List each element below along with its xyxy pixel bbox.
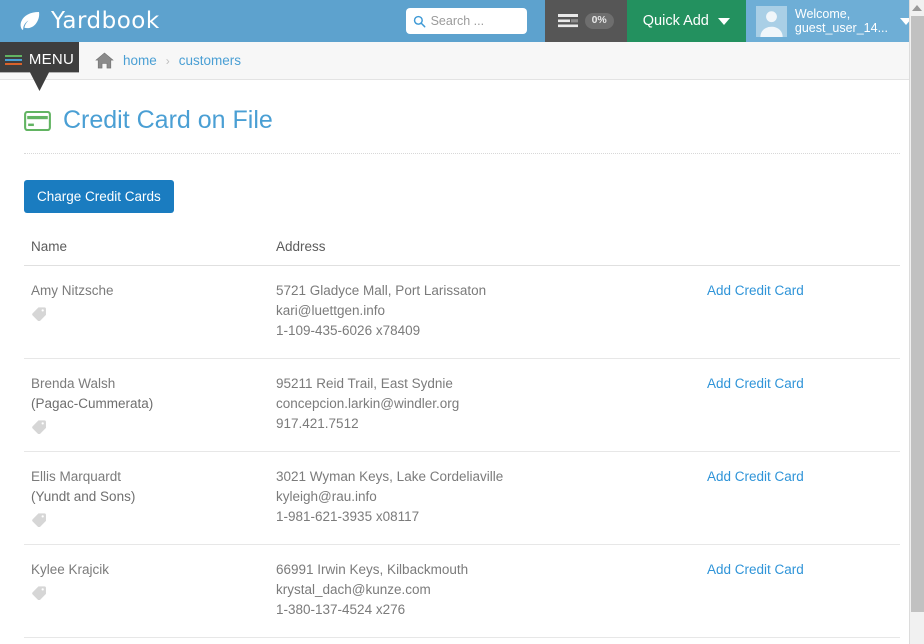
add-credit-card-link[interactable]: Add Credit Card (707, 469, 804, 484)
column-header-action (689, 239, 900, 266)
add-credit-card-link[interactable]: Add Credit Card (707, 376, 804, 391)
phone-line: 1-109-435-6026 x78409 (276, 323, 421, 338)
charge-credit-cards-button[interactable]: Charge Credit Cards (24, 180, 174, 213)
search-input[interactable] (430, 14, 520, 28)
phone-line: 1-380-137-4524 x276 (276, 602, 406, 617)
email-line: krystal_dach@kunze.com (276, 582, 431, 597)
user-greeting-block: Welcome, guest_user_14... (795, 7, 888, 35)
credit-card-icon (24, 110, 51, 131)
cell-name: Amy Nitzsche (24, 265, 269, 359)
table-row: Brenda Walsh (Pagac-Cummerata) 95211 Rei… (24, 358, 900, 452)
email-line: kari@luettgen.info (276, 303, 386, 318)
address-line: 5721 Gladyce Mall, Port Larissaton (276, 283, 487, 298)
main-content: Credit Card on File Charge Credit Cards … (0, 80, 924, 644)
email-line: concepcion.larkin@windler.org (276, 396, 460, 411)
cell-name: Brenda Walsh (Pagac-Cummerata) (24, 358, 269, 452)
task-list-icon (557, 14, 578, 28)
add-credit-card-link[interactable]: Add Credit Card (707, 283, 804, 298)
home-icon[interactable] (95, 52, 114, 69)
customer-company: (Pagac-Cummerata) (31, 396, 154, 411)
address-line: 95211 Reid Trail, East Sydnie (276, 376, 453, 391)
header-spacer (160, 0, 406, 42)
table-row: Kylee Krajcik 66991 Irwin Keys, Kilbackm… (24, 544, 900, 638)
tag-icon[interactable] (31, 306, 48, 321)
vertical-scrollbar[interactable] (909, 0, 924, 644)
address-line: 66991 Irwin Keys, Kilbackmouth (276, 562, 469, 577)
scrollbar-thumb[interactable] (911, 16, 924, 612)
table-body: Amy Nitzsche 5721 Gladyce Mall, Port Lar… (24, 265, 900, 644)
progress-percent-badge: 0% (584, 13, 614, 29)
customer-name: Brenda Walsh (31, 376, 116, 391)
page-title-text: Credit Card on File (63, 106, 273, 134)
scroll-up-arrow-icon[interactable] (912, 5, 922, 11)
tag-icon[interactable] (31, 585, 48, 600)
table-header-row: Name Address (24, 239, 900, 266)
cell-address: 95211 Reid Trail, East Sydnie concepcion… (269, 358, 689, 452)
address-line: 3021 Wyman Keys, Lake Cordeliaville (276, 469, 504, 484)
phone-line: 917.421.7512 (276, 416, 359, 431)
cell-action: Add Credit Card (689, 451, 900, 545)
user-menu[interactable]: Welcome, guest_user_14... (745, 0, 924, 42)
column-header-name: Name (24, 239, 269, 266)
avatar (755, 5, 787, 37)
welcome-label: Welcome, (794, 7, 851, 21)
chevron-down-icon (717, 17, 730, 25)
table-row: Lelia Braun 95013 Oscar Roads, West Alif… (24, 637, 900, 644)
cell-action: Add Credit Card (689, 637, 900, 644)
table-row: Amy Nitzsche 5721 Gladyce Mall, Port Lar… (24, 265, 900, 359)
customer-name: Amy Nitzsche (31, 283, 114, 298)
brand-logo[interactable]: Yardbook (0, 0, 160, 42)
cell-address: 5721 Gladyce Mall, Port Larissaton kari@… (269, 265, 689, 359)
cell-name: Ellis Marquardt (Yundt and Sons) (24, 451, 269, 545)
search-icon (413, 15, 426, 27)
add-credit-card-link[interactable]: Add Credit Card (707, 562, 804, 577)
quick-add-label: Quick Add (642, 13, 709, 29)
customer-company: (Yundt and Sons) (31, 489, 136, 504)
cell-name: Lelia Braun (24, 637, 269, 644)
search-box[interactable] (405, 8, 527, 34)
cell-address: 66991 Irwin Keys, Kilbackmouth krystal_d… (269, 544, 689, 638)
menu-label: MENU (28, 51, 75, 68)
cell-action: Add Credit Card (689, 265, 900, 359)
brand-name: Yardbook (51, 8, 160, 34)
credit-card-table: Name Address Amy Nitzsche 5721 Gladyce M… (24, 239, 900, 644)
nav-breadcrumb-bar: MENU home › customers (0, 42, 924, 91)
table-row: Ellis Marquardt (Yundt and Sons) 3021 Wy… (24, 451, 900, 545)
breadcrumb-separator: › (165, 53, 170, 68)
cell-action: Add Credit Card (689, 544, 900, 638)
cell-action: Add Credit Card (689, 358, 900, 452)
breadcrumb-item-home[interactable]: home (123, 53, 157, 68)
hamburger-icon (4, 55, 22, 65)
breadcrumb-item-customers[interactable]: customers (179, 53, 241, 68)
page-title: Credit Card on File (24, 80, 900, 153)
quick-add-button[interactable]: Quick Add (626, 0, 746, 42)
customer-name: Ellis Marquardt (31, 469, 122, 484)
cell-address: 3021 Wyman Keys, Lake Cordeliaville kyle… (269, 451, 689, 545)
customer-name: Kylee Krajcik (31, 562, 110, 577)
top-header-bar: Yardbook 0% Quick Add (0, 0, 924, 42)
breadcrumb: home › customers (79, 42, 241, 79)
title-divider (24, 153, 900, 154)
setup-progress-indicator[interactable]: 0% (544, 0, 627, 42)
cell-name: Kylee Krajcik (24, 544, 269, 638)
cell-address: 95013 Oscar Roads, West Alifurt stacey@m… (269, 637, 689, 644)
phone-line: 1-981-621-3935 x08117 (276, 509, 420, 524)
tag-icon[interactable] (31, 512, 48, 527)
email-line: kyleigh@rau.info (276, 489, 377, 504)
column-header-address: Address (269, 239, 689, 266)
leaf-icon (20, 12, 40, 30)
username-label: guest_user_14... (794, 21, 888, 35)
app-window: Yardbook 0% Quick Add (0, 0, 924, 644)
tag-icon[interactable] (31, 419, 48, 434)
